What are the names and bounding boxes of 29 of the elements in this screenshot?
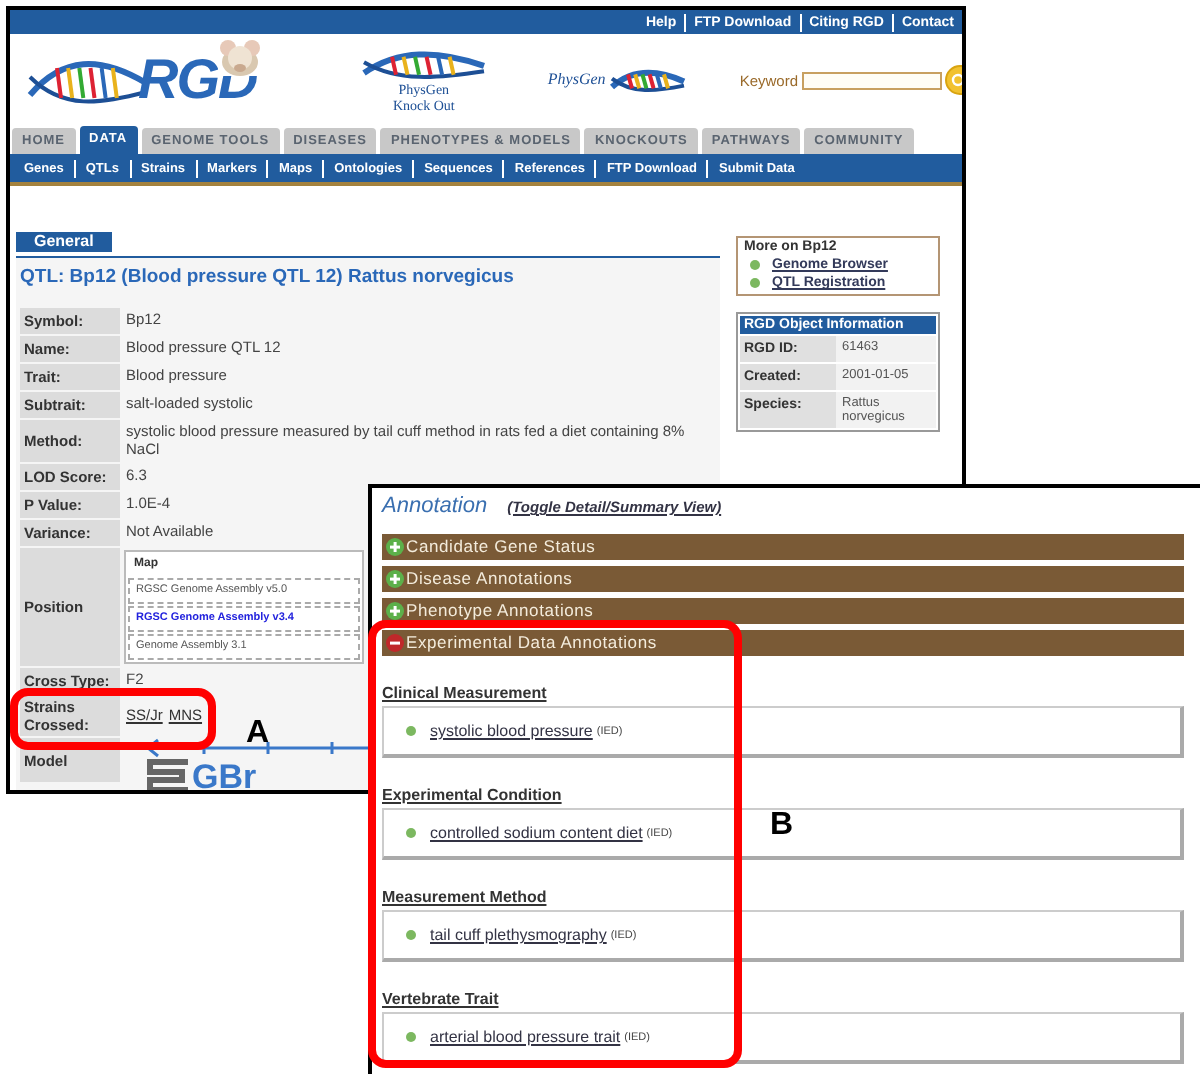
bullet-icon	[406, 828, 416, 838]
category-heading: Measurement Method	[382, 888, 549, 906]
bullet-icon	[406, 1032, 416, 1042]
term-link[interactable]: systolic blood pressure	[430, 722, 593, 740]
section-tab[interactable]: General	[16, 232, 112, 252]
bullet-icon	[750, 278, 760, 288]
callout-label: A	[246, 718, 270, 750]
page-title: QTL: Bp12 (Blood pressure QTL 12) Rattus norvegicus	[20, 266, 516, 288]
bullet-icon	[406, 726, 416, 736]
section-header[interactable]: Phenotype Annotations	[382, 598, 1184, 624]
category-heading: Vertebrate Trait	[382, 990, 501, 1008]
section-header[interactable]: Candidate Gene Status	[382, 534, 1184, 560]
dna-helix-icon	[607, 66, 688, 94]
logo-text: PhysGen	[547, 72, 606, 88]
bullet-icon	[750, 260, 760, 270]
section-header[interactable]: Experimental Data Annotations	[382, 630, 1184, 656]
term-link[interactable]: tail cuff plethysmography	[430, 926, 607, 944]
bullet-icon	[406, 930, 416, 940]
search-field[interactable]	[802, 71, 942, 89]
section-header[interactable]: Disease Annotations	[382, 566, 1184, 592]
dna-helix-icon	[359, 46, 488, 82]
coil-icon	[144, 758, 188, 790]
category-heading: Clinical Measurement	[382, 684, 549, 702]
callout-label: B	[770, 810, 794, 842]
term-link[interactable]: controlled sodium content diet	[430, 824, 643, 842]
term-link[interactable]: arterial blood pressure trait	[430, 1028, 621, 1046]
panel-title: Annotation	[382, 494, 488, 518]
logo-text: GBr	[192, 763, 257, 789]
category-heading: Experimental Condition	[382, 786, 564, 804]
